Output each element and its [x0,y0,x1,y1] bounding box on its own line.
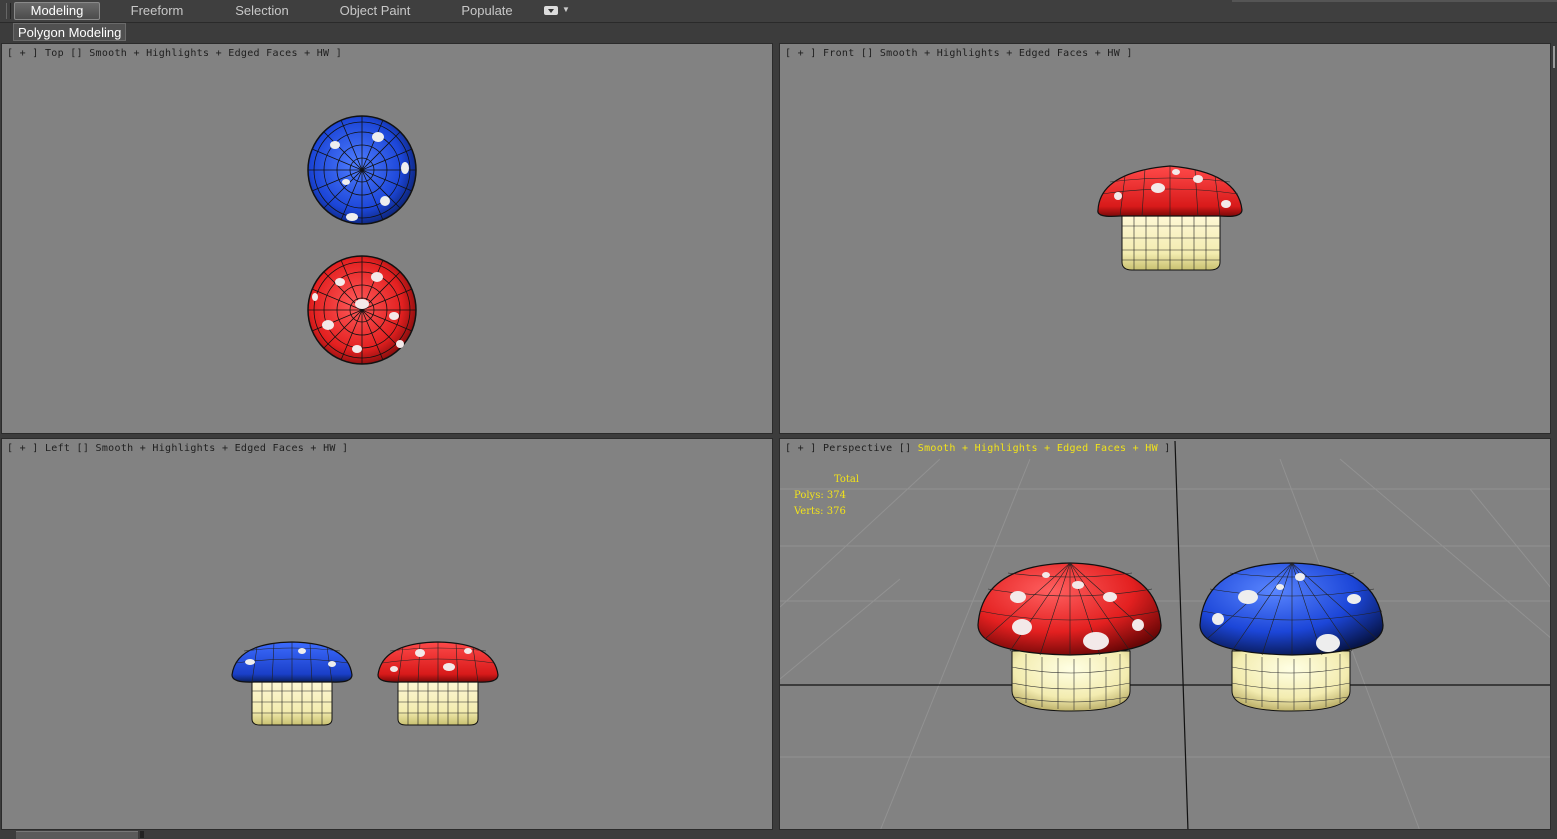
mushroom-red-top[interactable] [307,255,417,365]
polys-label: Polys: [794,490,824,501]
tab-selection[interactable]: Selection [222,2,302,20]
chevron-down-icon[interactable]: ▼ [562,5,570,14]
top-view-canvas [307,115,417,365]
tab-object-paint[interactable]: Object Paint [330,2,420,20]
tab-populate[interactable]: Populate [452,2,522,20]
viewport-shading-mode[interactable]: Smooth + Highlights + Edged Faces + HW [918,443,1158,454]
scroll-handle[interactable] [1553,46,1555,68]
mushroom-red-left[interactable] [377,641,499,726]
left-view-canvas [231,641,499,726]
bottom-status-bar [0,830,1557,838]
stats-verts: Verts: 376 [794,504,846,520]
front-view-canvas [1097,165,1243,271]
stats-title: Total [834,474,860,485]
perspective-grid [780,458,1550,829]
bottom-separator [140,831,144,838]
tab-freeform[interactable]: Freeform [118,2,196,20]
viewport-left[interactable]: [ + ] Left [] Smooth + Highlights + Edge… [1,438,773,830]
ribbon-panel-row: Polygon Modeling [0,23,1557,42]
verts-label: Verts: [794,506,824,517]
mushroom-red-perspective[interactable] [977,562,1162,712]
stats-polys: Polys: 374 [794,488,846,504]
axis-line-y [1174,440,1189,829]
viewport-perspective-label[interactable]: [ + ] Perspective [] Smooth + Highlights… [785,443,1171,454]
viewport-perspective[interactable]: [ + ] Perspective [] Smooth + Highlights… [779,438,1551,830]
panel-polygon-modeling[interactable]: Polygon Modeling [13,23,127,41]
ribbon-tab-bar: Modeling Freeform Selection Object Paint… [0,0,1557,23]
ribbon-edge [1232,0,1557,2]
ribbon-grip-handle[interactable] [6,3,11,19]
polys-count: 374 [826,490,846,501]
viewport-view-name[interactable]: Perspective [823,443,893,454]
tab-modeling[interactable]: Modeling [14,2,100,20]
viewport-label-end: ] [1157,443,1171,454]
verts-count: 376 [826,506,846,517]
mushroom-red-front[interactable] [1097,165,1243,271]
perspective-view-canvas [780,440,1550,829]
viewport-menu-prefix[interactable]: [ + ] [785,443,823,454]
viewport-scroll-strip [1551,44,1557,434]
ribbon-menu-icon[interactable] [544,6,558,15]
viewport-front[interactable]: [ + ] Front [] Smooth + Highlights + Edg… [779,43,1551,434]
mushroom-blue-perspective[interactable] [1199,562,1384,712]
viewport-top[interactable]: [ + ] Top [] Smooth + Highlights + Edged… [1,43,773,434]
mushroom-blue-top[interactable] [307,115,417,225]
mushroom-blue-left[interactable] [231,641,353,726]
